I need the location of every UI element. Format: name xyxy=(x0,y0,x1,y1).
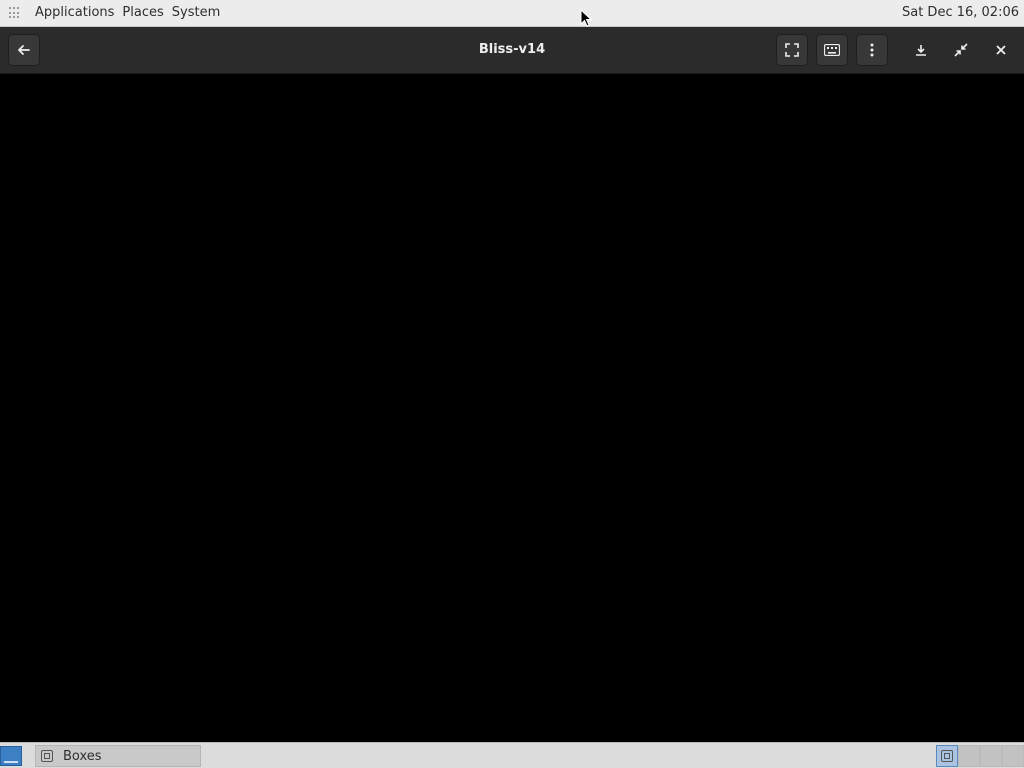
fullscreen-icon xyxy=(785,43,799,57)
menu-applications[interactable]: Applications xyxy=(31,0,118,26)
menu-system[interactable]: System xyxy=(168,0,224,26)
boxes-app-icon xyxy=(41,750,53,762)
keyboard-icon xyxy=(824,44,840,56)
taskbar-item-label: Boxes xyxy=(63,748,102,764)
minimize-button[interactable] xyxy=(905,34,937,66)
show-desktop-button[interactable] xyxy=(0,746,22,766)
menu-places[interactable]: Places xyxy=(118,0,167,26)
unmaximize-button[interactable] xyxy=(945,34,977,66)
keyboard-button[interactable] xyxy=(816,34,848,66)
workspace-4[interactable] xyxy=(1002,745,1024,767)
close-icon xyxy=(996,45,1006,55)
workspace-2[interactable] xyxy=(958,745,980,767)
bottom-panel: Boxes xyxy=(0,742,1024,768)
minimize-icon xyxy=(916,45,926,56)
vm-display[interactable] xyxy=(0,74,1024,742)
back-button[interactable] xyxy=(8,34,40,66)
taskbar-item-boxes[interactable]: Boxes xyxy=(35,745,201,767)
back-arrow-icon xyxy=(18,45,30,55)
workspace-1[interactable] xyxy=(936,745,958,767)
menu-button[interactable] xyxy=(856,34,888,66)
header-bar: Bliss-v14 xyxy=(0,27,1024,74)
clock[interactable]: Sat Dec 16, 02:06 xyxy=(902,0,1019,26)
apps-grid-icon[interactable] xyxy=(9,7,21,19)
close-button[interactable] xyxy=(985,34,1017,66)
mouse-cursor-icon xyxy=(580,9,592,27)
fullscreen-button[interactable] xyxy=(776,34,808,66)
boxes-window-icon xyxy=(941,750,953,762)
vertical-ellipsis-icon xyxy=(870,43,874,57)
workspace-3[interactable] xyxy=(980,745,1002,767)
unmaximize-icon xyxy=(954,43,968,57)
top-panel: Applications Places System Sat Dec 16, 0… xyxy=(0,0,1024,27)
